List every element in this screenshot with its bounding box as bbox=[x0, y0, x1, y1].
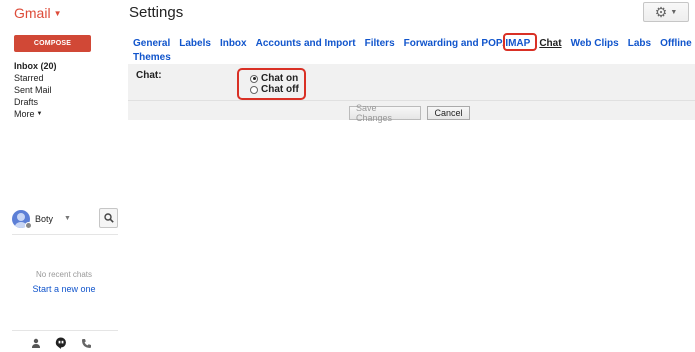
search-icon bbox=[103, 213, 114, 223]
radio-button-chat-off[interactable] bbox=[250, 85, 258, 94]
sidebar-item-label: Starred bbox=[14, 73, 44, 83]
chat-setting-label: Chat: bbox=[136, 70, 162, 81]
chat-tab-highlight bbox=[503, 33, 537, 51]
sidebar-item-label: Drafts bbox=[14, 97, 39, 107]
divider bbox=[12, 234, 118, 235]
tab-labels[interactable]: Labels bbox=[179, 38, 211, 49]
gmail-logo[interactable]: Gmail ▼ bbox=[14, 5, 61, 21]
status-dot-icon bbox=[25, 222, 32, 229]
sidebar-item-label: More bbox=[14, 109, 35, 119]
cancel-button[interactable]: Cancel bbox=[427, 106, 470, 120]
tab-inbox[interactable]: Inbox bbox=[220, 38, 247, 49]
tab-filters[interactable]: Filters bbox=[365, 38, 395, 49]
chat-bottom-bar bbox=[30, 336, 110, 350]
chat-search-button[interactable] bbox=[99, 208, 118, 228]
chevron-down-icon[interactable]: ▼ bbox=[64, 215, 71, 222]
radio-button-chat-on[interactable] bbox=[250, 74, 258, 83]
tab-themes[interactable]: Themes bbox=[133, 52, 171, 63]
divider bbox=[128, 100, 695, 101]
tab-chat[interactable]: Chat bbox=[539, 38, 561, 49]
tab-accounts-and-import[interactable]: Accounts and Import bbox=[256, 38, 356, 49]
sidebar-item-label: Sent Mail bbox=[14, 85, 52, 95]
chat-on-label[interactable]: Chat on bbox=[261, 73, 298, 84]
chevron-down-icon: ▼ bbox=[36, 111, 43, 117]
sidebar-item-inbox[interactable]: Inbox (20) bbox=[14, 60, 114, 72]
tab-offline[interactable]: Offline bbox=[660, 38, 692, 49]
chevron-down-icon: ▼ bbox=[53, 8, 62, 18]
settings-tabs: General Labels Inbox Accounts and Import… bbox=[133, 36, 692, 64]
start-new-chat-link[interactable]: Start a new one bbox=[14, 284, 114, 294]
tab-web-clips[interactable]: Web Clips bbox=[571, 38, 619, 49]
tab-general[interactable]: General bbox=[133, 38, 170, 49]
chat-off-label[interactable]: Chat off bbox=[261, 84, 299, 95]
page-title: Settings bbox=[129, 4, 184, 21]
no-recent-chats-text: No recent chats bbox=[35, 270, 93, 279]
sidebar-item-sent-mail[interactable]: Sent Mail bbox=[14, 84, 114, 96]
hangouts-icon[interactable] bbox=[55, 337, 67, 349]
sidebar-item-starred[interactable]: Starred bbox=[14, 72, 114, 84]
sidebar-item-label: Inbox (20) bbox=[14, 61, 57, 71]
chevron-down-icon: ▼ bbox=[670, 8, 678, 16]
settings-button[interactable]: ⚙ ▼ bbox=[643, 2, 689, 22]
sidebar-item-more[interactable]: More ▼ bbox=[14, 108, 114, 120]
save-changes-button[interactable]: Save Changes bbox=[349, 103, 421, 123]
sidebar-item-drafts[interactable]: Drafts bbox=[14, 96, 114, 108]
gear-icon: ⚙ bbox=[654, 4, 668, 20]
sidebar-nav: Inbox (20) Starred Sent Mail Drafts More… bbox=[14, 60, 114, 120]
chat-radio-group: Chat on Chat off bbox=[250, 73, 299, 95]
logo-text: Gmail bbox=[14, 5, 51, 21]
phone-icon[interactable] bbox=[80, 337, 92, 349]
divider bbox=[12, 330, 118, 331]
compose-button[interactable]: COMPOSE bbox=[14, 35, 91, 52]
chat-on-option[interactable]: Chat on bbox=[250, 73, 299, 84]
chat-off-option[interactable]: Chat off bbox=[250, 84, 299, 95]
tab-labs[interactable]: Labs bbox=[628, 38, 651, 49]
person-icon[interactable] bbox=[30, 337, 42, 349]
chat-user-name[interactable]: Boty bbox=[35, 214, 53, 224]
chat-user-panel: Boty ▼ bbox=[12, 208, 118, 232]
